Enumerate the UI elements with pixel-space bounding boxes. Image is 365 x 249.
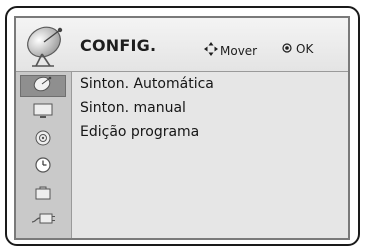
input-plug-icon — [30, 210, 56, 232]
move-hint-label: Mover — [220, 43, 258, 58]
page-title: CONFIG. — [80, 36, 157, 55]
settings-panel: CONFIG. Mover OK Sinton. Automática Sint… — [14, 16, 350, 240]
ok-hint-label: OK — [296, 42, 314, 56]
dpad-arrows-icon — [204, 42, 218, 59]
tv-screen-icon — [32, 102, 54, 124]
menu-header: CONFIG. Mover OK — [16, 18, 348, 72]
sidebar-item-time[interactable] — [20, 156, 66, 178]
sidebar-item-audio[interactable] — [20, 129, 66, 151]
menu-content: Sinton. Automática Sinton. manual Edição… — [72, 72, 348, 238]
antenna-icon — [32, 75, 54, 97]
sidebar-item-option[interactable] — [20, 210, 66, 232]
sidebar-item-picture[interactable] — [20, 102, 66, 124]
move-hint: Mover — [204, 42, 257, 59]
category-sidebar — [16, 72, 72, 238]
speaker-icon — [32, 129, 54, 151]
menu-item-auto-tuning[interactable]: Sinton. Automática — [80, 76, 214, 92]
sidebar-item-setup[interactable] — [20, 75, 66, 97]
menu-item-manual-tuning[interactable]: Sinton. manual — [80, 100, 186, 116]
ok-button-icon — [282, 42, 292, 56]
clock-icon — [32, 156, 54, 178]
sidebar-item-lock[interactable] — [20, 183, 66, 205]
satellite-dish-icon — [22, 20, 72, 70]
ok-hint: OK — [282, 42, 313, 56]
lock-box-icon — [32, 183, 54, 205]
menu-item-program-edit[interactable]: Edição programa — [80, 124, 199, 140]
